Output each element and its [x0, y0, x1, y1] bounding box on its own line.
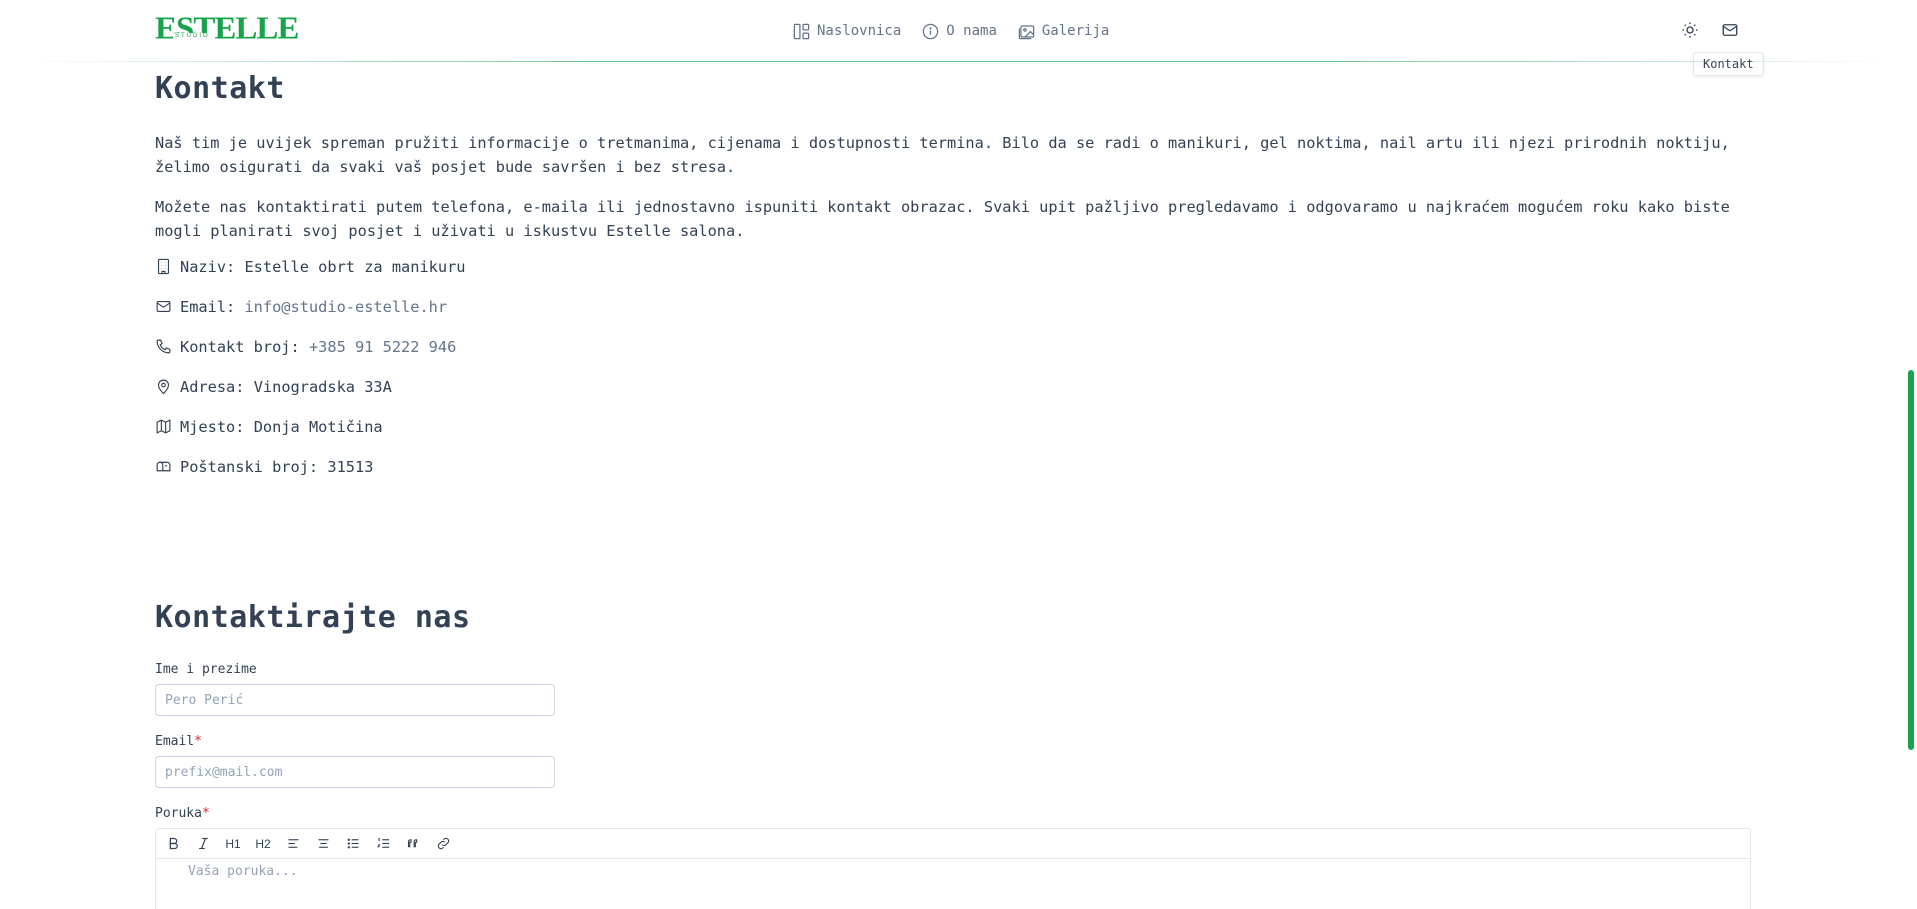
quote-button[interactable] — [402, 833, 424, 855]
map-icon — [156, 419, 171, 434]
info-row-phone: Kontakt broj: +385 91 5222 946 — [155, 338, 466, 378]
heading2-button[interactable]: H2 — [252, 833, 274, 855]
building-icon — [157, 258, 170, 275]
align-center-icon — [318, 839, 328, 848]
contact-info-list: Naziv: Estelle obrt za manikuru Email: i… — [155, 258, 466, 498]
bold-icon — [169, 837, 178, 850]
link-icon — [437, 837, 449, 850]
info-text: Mjesto: Donja Motičina — [180, 418, 383, 436]
intro-paragraph: Naš tim je uvijek spreman pružiti inform… — [155, 134, 1730, 176]
align-left-button[interactable] — [282, 833, 304, 855]
quote-icon — [407, 839, 417, 848]
email-label: Email* — [155, 734, 202, 749]
message-label: Poruka* — [155, 806, 210, 821]
main-nav: Naslovnica O nama Galerija — [792, 20, 1109, 42]
info-row-postal: Poštanski broj: 31513 — [155, 458, 466, 498]
required-mark: * — [194, 734, 202, 749]
info-text: Email: info@studio-estelle.hr — [180, 298, 448, 316]
align-center-button[interactable] — [312, 833, 334, 855]
name-label: Ime i prezime — [155, 662, 257, 677]
info-row-address: Adresa: Vinogradska 33A — [155, 378, 466, 418]
info-text: Adresa: Vinogradska 33A — [180, 378, 392, 396]
nav-item-o-nama[interactable]: O nama — [921, 20, 997, 42]
ordered-list-icon — [376, 837, 389, 848]
layout-icon — [793, 23, 810, 39]
mail-icon — [1722, 24, 1738, 36]
info-text: Poštanski broj: 31513 — [180, 458, 374, 476]
message-placeholder[interactable]: Vaša poruka... — [156, 859, 1750, 879]
align-left-icon — [288, 839, 298, 848]
intro-paragraph: Možete nas kontaktirati putem telefona, … — [155, 198, 1730, 240]
logo-subtext: STUDIO — [173, 33, 212, 40]
italic-button[interactable] — [192, 833, 214, 855]
info-icon — [923, 23, 939, 39]
page-title: Kontakt — [155, 71, 285, 106]
nav-label: Galerija — [1041, 23, 1110, 39]
bullet-list-icon — [347, 838, 358, 849]
nav-item-galerija[interactable]: Galerija — [1017, 20, 1109, 42]
map-pin-icon — [157, 379, 170, 395]
brand-logo[interactable]: ESTELLE STUDIO — [155, 13, 299, 47]
link-button[interactable] — [432, 833, 454, 855]
scrollbar-thumb[interactable] — [1908, 370, 1914, 750]
bullet-list-button[interactable] — [342, 833, 364, 855]
heading1-button[interactable]: H1 — [222, 833, 244, 855]
theme-toggle-button[interactable] — [1679, 19, 1701, 41]
mailbox-icon — [156, 461, 171, 472]
ordered-list-button[interactable] — [372, 833, 394, 855]
info-row-city: Mjesto: Donja Motičina — [155, 418, 466, 458]
email-link[interactable]: info@studio-estelle.hr — [244, 298, 447, 316]
header-actions — [1679, 19, 1741, 41]
nav-label: O nama — [946, 23, 997, 39]
italic-icon — [198, 837, 208, 850]
message-editor: H1 H2 Vaša poruka... — [155, 828, 1751, 909]
name-input[interactable] — [155, 684, 555, 716]
header: ESTELLE STUDIO Naslovnica O nama Galerij… — [0, 0, 1917, 76]
form-title: Kontaktirajte nas — [155, 600, 471, 635]
bold-button[interactable] — [162, 833, 184, 855]
info-text: Kontakt broj: +385 91 5222 946 — [180, 338, 457, 356]
nav-item-naslovnica[interactable]: Naslovnica — [792, 20, 901, 42]
info-row-email: Email: info@studio-estelle.hr — [155, 298, 466, 338]
phone-icon — [156, 339, 171, 354]
info-text: Naziv: Estelle obrt za manikuru — [180, 258, 466, 276]
header-divider — [24, 61, 1893, 62]
contact-button[interactable] — [1719, 19, 1741, 41]
sun-icon — [1682, 22, 1698, 38]
contact-tooltip: Kontakt — [1693, 52, 1764, 76]
gallery-icon — [1018, 24, 1035, 39]
info-row-name: Naziv: Estelle obrt za manikuru — [155, 258, 466, 298]
editor-toolbar: H1 H2 — [156, 829, 1750, 859]
mail-icon — [156, 300, 171, 313]
required-mark: * — [201, 806, 210, 821]
phone-link[interactable]: +385 91 5222 946 — [309, 338, 456, 356]
email-input[interactable] — [155, 756, 555, 788]
nav-label: Naslovnica — [817, 23, 902, 39]
